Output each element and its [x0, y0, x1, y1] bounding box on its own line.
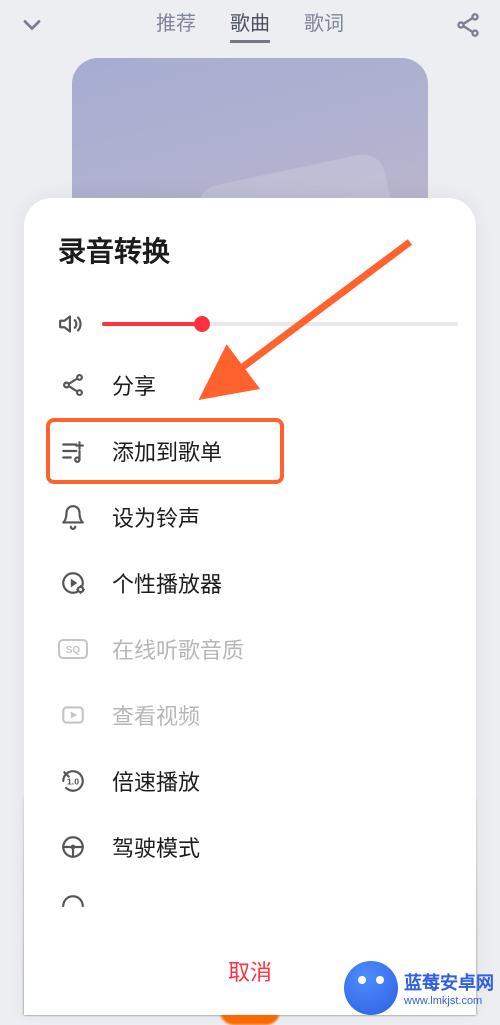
play-gear-icon: [58, 570, 88, 596]
menu-add-to-playlist-label: 添加到歌单: [112, 435, 222, 467]
svg-text:SQ: SQ: [66, 645, 81, 656]
playlist-add-icon: [58, 438, 88, 464]
menu-playback-speed[interactable]: 1.0 倍速播放: [58, 748, 458, 814]
menu-add-to-playlist[interactable]: 添加到歌单: [46, 418, 284, 484]
action-sheet: 录音转换 分享: [24, 198, 476, 1015]
sheet-body: 分享 添加到歌单 设为铃声 个性播放器: [24, 296, 476, 937]
watermark-logo-icon: [344, 961, 398, 1015]
play-rect-icon: [58, 702, 88, 728]
volume-slider[interactable]: [102, 322, 458, 326]
sheet-title: 录音转换: [24, 198, 476, 296]
watermark: 蓝莓安卓网 www.lmkjst.com: [344, 961, 494, 1015]
speed-icon: 1.0: [58, 768, 88, 794]
menu-view-video: 查看视频: [58, 682, 458, 748]
volume-icon: [58, 311, 84, 337]
share-icon: [58, 372, 88, 398]
menu-online-quality-label: 在线听歌音质: [112, 633, 244, 665]
overlay: 录音转换 分享: [0, 0, 500, 1015]
steering-icon: [58, 834, 88, 860]
menu-share[interactable]: 分享: [58, 352, 458, 418]
svg-text:1.0: 1.0: [67, 776, 79, 786]
menu-view-video-label: 查看视频: [112, 699, 200, 731]
watermark-title: 蓝莓安卓网: [404, 969, 494, 995]
watermark-url: www.lmkjst.com: [404, 995, 482, 1007]
menu-share-label: 分享: [112, 369, 156, 401]
menu-online-quality: SQ 在线听歌音质: [58, 616, 458, 682]
sq-icon: SQ: [58, 639, 88, 659]
menu-set-ringtone[interactable]: 设为铃声: [58, 484, 458, 550]
menu-driving-mode-label: 驾驶模式: [112, 831, 200, 863]
menu-custom-player-label: 个性播放器: [112, 567, 222, 599]
bell-icon: [58, 504, 88, 530]
more-icon: [58, 893, 88, 919]
menu-set-ringtone-label: 设为铃声: [112, 501, 200, 533]
menu-driving-mode[interactable]: 驾驶模式: [58, 814, 458, 880]
menu-playback-speed-label: 倍速播放: [112, 765, 200, 797]
volume-row: [58, 296, 458, 352]
menu-more[interactable]: [58, 880, 458, 932]
menu-custom-player[interactable]: 个性播放器: [58, 550, 458, 616]
